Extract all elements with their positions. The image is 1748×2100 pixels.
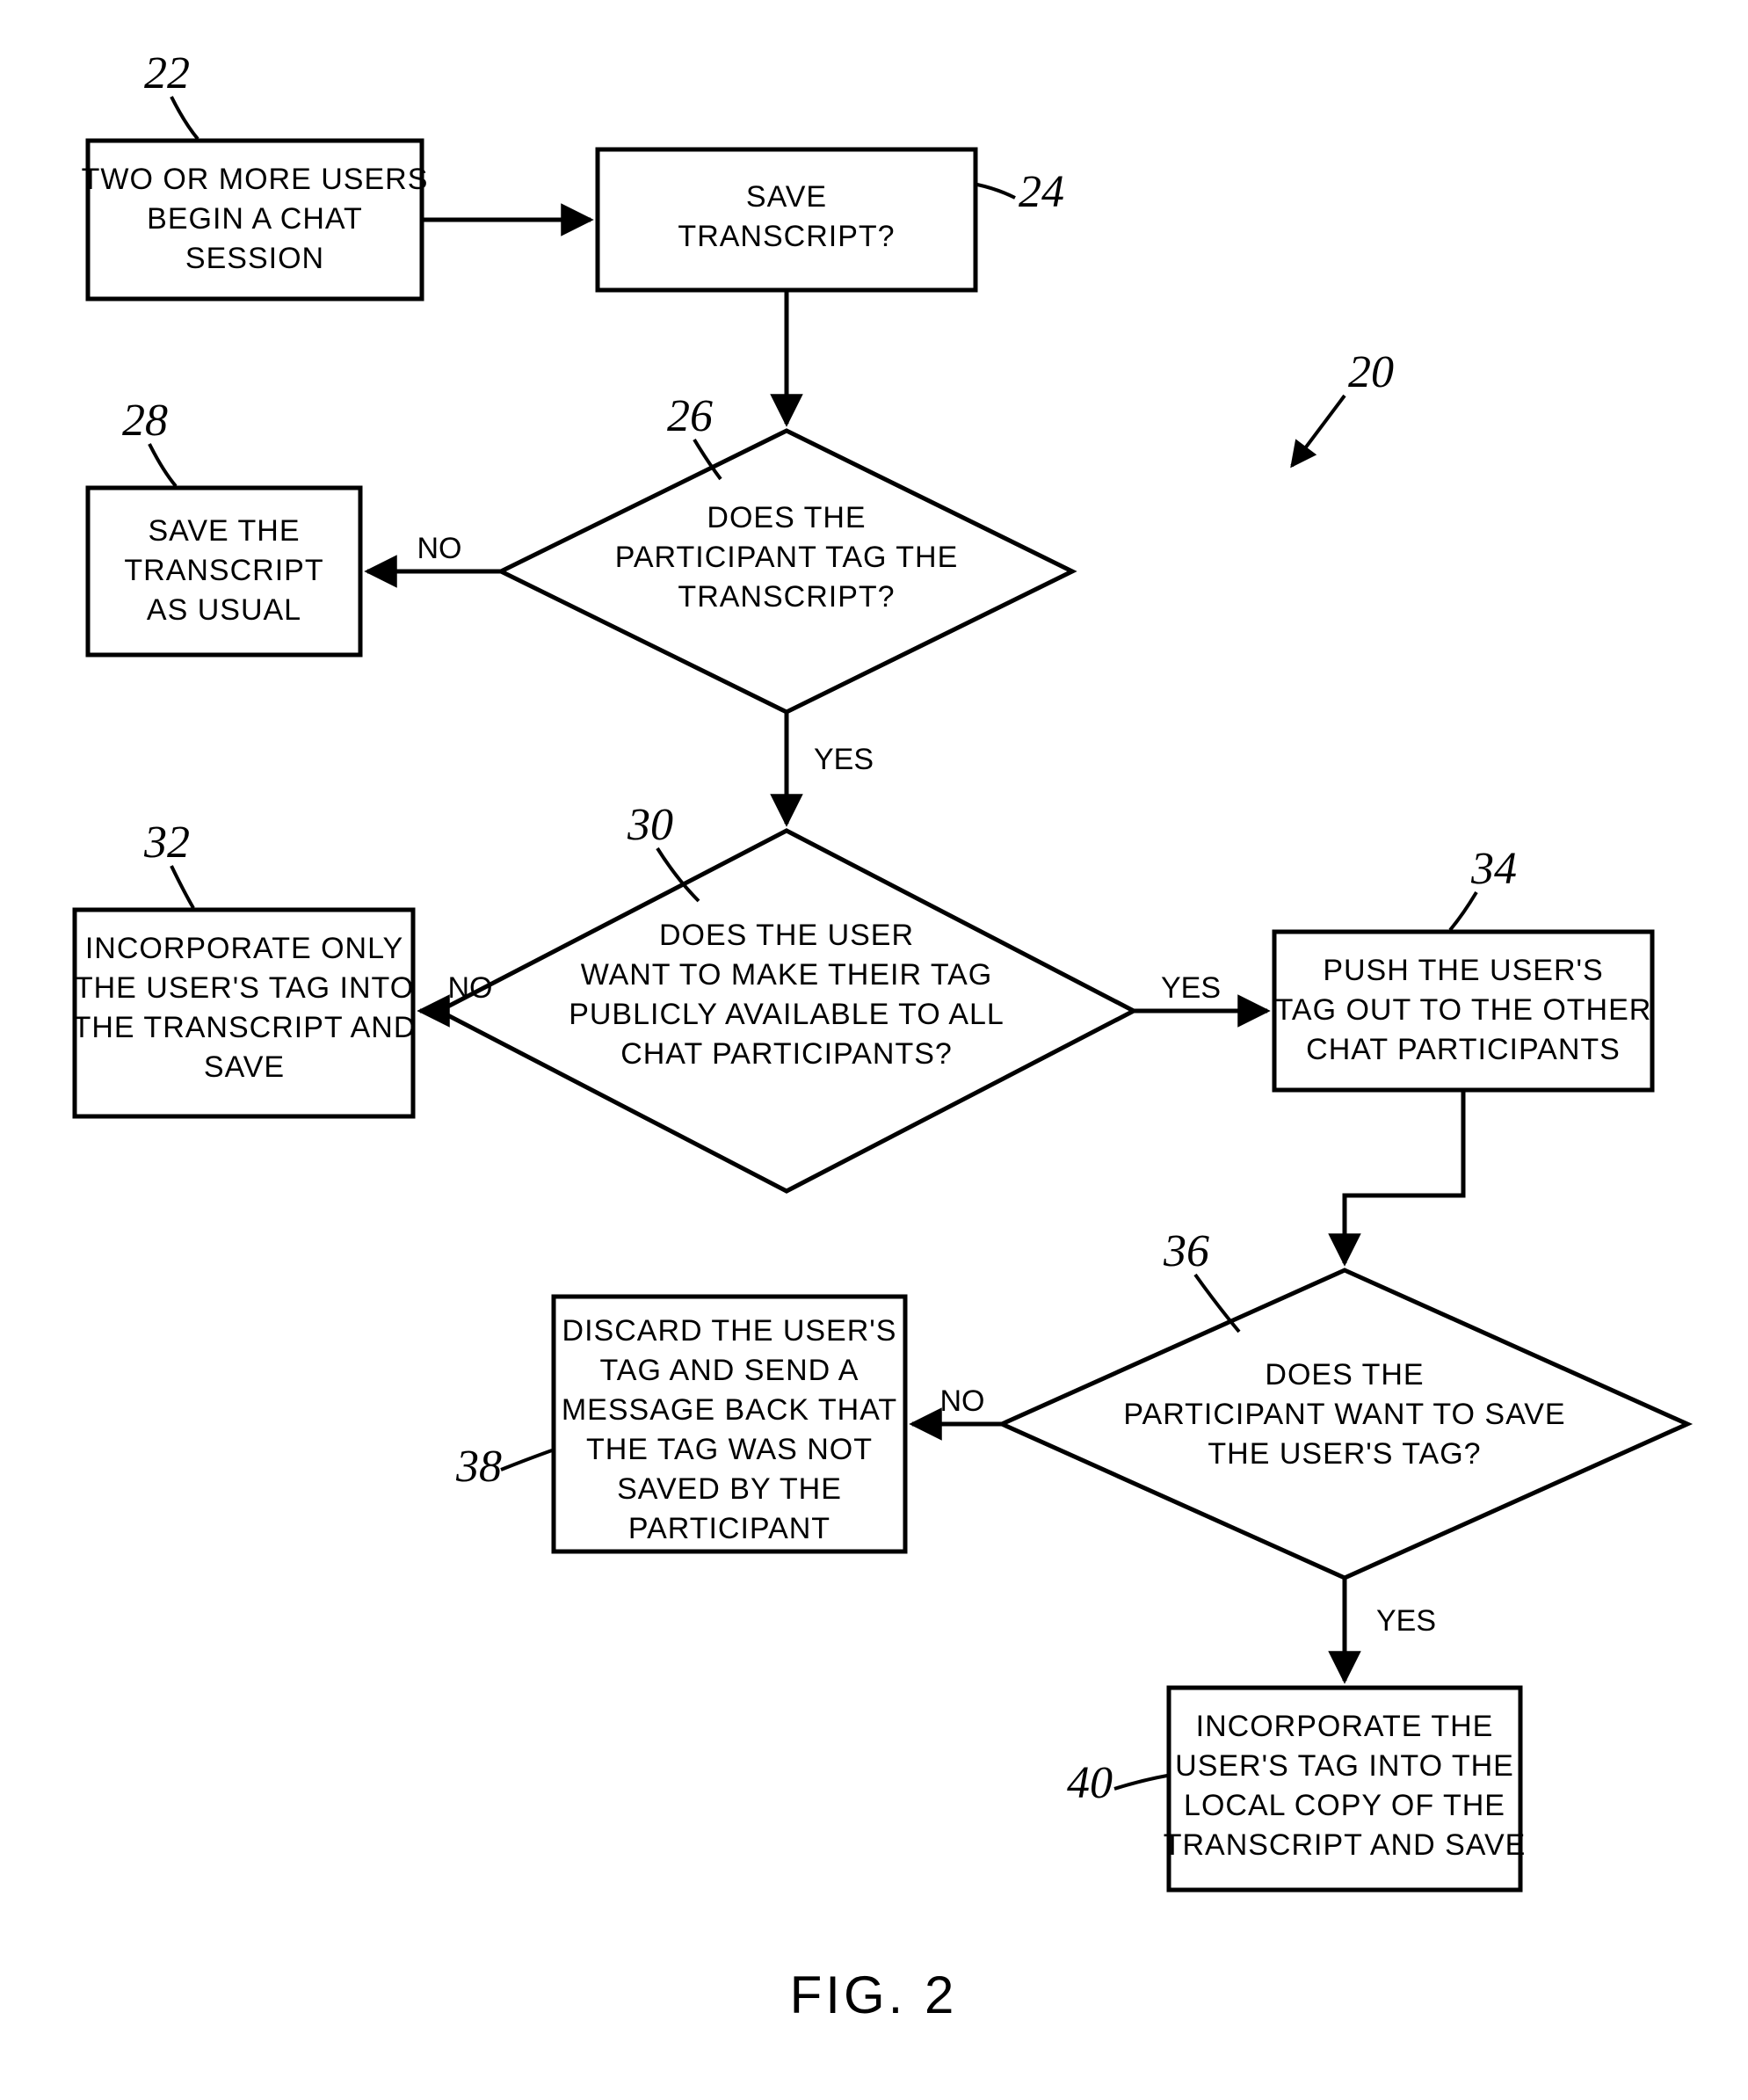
node-40-line3: LOCAL COPY OF THE: [1184, 1789, 1505, 1822]
node-28-line2: TRANSCRIPT: [124, 554, 323, 587]
node-26-line3: TRANSCRIPT?: [678, 580, 895, 614]
node-30-line4: CHAT PARTICIPANTS?: [620, 1037, 953, 1071]
node-22-line2: BEGIN A CHAT: [147, 202, 363, 236]
node-26-line1: DOES THE: [707, 501, 866, 534]
node-34-line2: TAG OUT TO THE OTHER: [1275, 993, 1652, 1027]
edge-36-38-label: NO: [940, 1384, 985, 1418]
node-36-line2: PARTICIPANT WANT TO SAVE: [1123, 1398, 1565, 1431]
flowchart-figure: TWO OR MORE USERS BEGIN A CHAT SESSION S…: [0, 0, 1748, 2100]
lead-28: [149, 444, 176, 486]
lead-20: [1292, 396, 1345, 466]
node-32-line4: SAVE: [204, 1050, 285, 1084]
ref-34: 34: [1470, 844, 1517, 894]
ref-26: 26: [667, 391, 713, 441]
node-26-line2: PARTICIPANT TAG THE: [615, 541, 959, 574]
ref-28: 28: [122, 396, 168, 446]
node-34-line3: CHAT PARTICIPANTS: [1306, 1033, 1621, 1066]
node-30-line3: PUBLICLY AVAILABLE TO ALL: [569, 998, 1005, 1031]
ref-22: 22: [144, 48, 190, 98]
node-38-line5: SAVED BY THE: [617, 1472, 842, 1506]
edge-34-36: [1345, 1090, 1463, 1263]
lead-24: [977, 185, 1015, 198]
ref-36: 36: [1163, 1226, 1209, 1276]
node-24-line1: SAVE: [746, 180, 827, 214]
ref-30: 30: [627, 800, 673, 850]
node-32-line1: INCORPORATE ONLY: [85, 932, 403, 965]
lead-34: [1450, 892, 1476, 930]
node-22-line3: SESSION: [185, 242, 324, 275]
node-40-line2: USER'S TAG INTO THE: [1175, 1749, 1514, 1783]
lead-36: [1195, 1275, 1239, 1332]
node-32-line2: THE USER'S TAG INTO: [75, 971, 414, 1005]
node-40-line4: TRANSCRIPT AND SAVE: [1164, 1828, 1527, 1862]
edge-26-30-label: YES: [814, 743, 874, 776]
node-38-line1: DISCARD THE USER'S: [562, 1314, 897, 1348]
node-28-line1: SAVE THE: [148, 514, 300, 548]
node-24-line2: TRANSCRIPT?: [678, 220, 895, 253]
node-38-line4: THE TAG WAS NOT: [586, 1433, 873, 1466]
node-22-line1: TWO OR MORE USERS: [82, 163, 429, 196]
edge-26-28-label: NO: [417, 532, 462, 565]
ref-20: 20: [1348, 347, 1394, 397]
node-34-line1: PUSH THE USER'S: [1323, 954, 1603, 987]
figure-label: FIG. 2: [790, 1966, 958, 2024]
edge-36-40-label: YES: [1376, 1604, 1436, 1638]
node-38-line6: PARTICIPANT: [628, 1512, 830, 1545]
lead-38: [501, 1450, 552, 1470]
node-30-line2: WANT TO MAKE THEIR TAG: [581, 958, 992, 992]
node-36-line1: DOES THE: [1265, 1358, 1424, 1392]
ref-40: 40: [1067, 1758, 1113, 1808]
ref-24: 24: [1019, 167, 1064, 217]
node-38-line2: TAG AND SEND A: [600, 1354, 859, 1387]
edge-30-32-label: NO: [448, 971, 493, 1005]
node-38-line3: MESSAGE BACK THAT: [562, 1393, 897, 1427]
node-30-line1: DOES THE USER: [659, 919, 914, 952]
ref-38: 38: [455, 1442, 502, 1492]
node-36-line3: THE USER'S TAG?: [1208, 1437, 1481, 1471]
lead-40: [1114, 1776, 1167, 1789]
node-40-line1: INCORPORATE THE: [1196, 1710, 1494, 1743]
node-32-line3: THE TRANSCRIPT AND: [73, 1011, 417, 1044]
lead-32: [171, 866, 193, 908]
edge-30-34-label: YES: [1161, 971, 1221, 1005]
ref-32: 32: [143, 817, 190, 868]
node-28-line3: AS USUAL: [147, 593, 301, 627]
lead-22: [171, 97, 198, 139]
